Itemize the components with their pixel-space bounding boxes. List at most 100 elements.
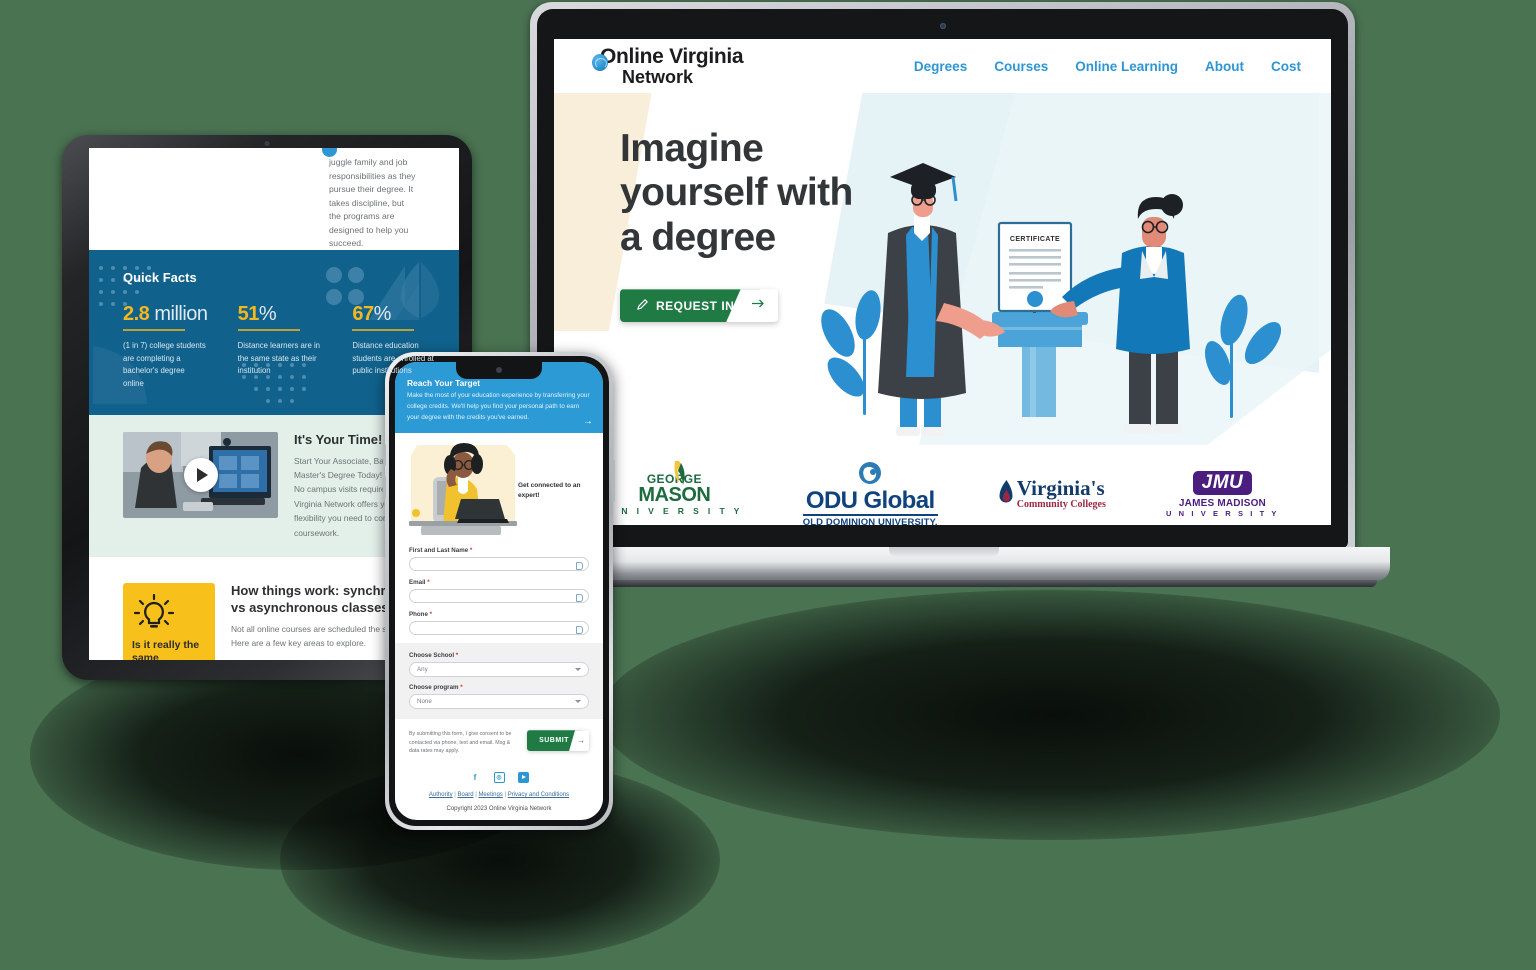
quick-facts-list: 2.8 million (1 in 7) college students ar… bbox=[123, 303, 437, 391]
phone-volume-up-button[interactable] bbox=[383, 444, 386, 466]
reach-your-target-body: Make the most of your education experien… bbox=[407, 392, 590, 421]
nav-item-degrees[interactable]: Degrees bbox=[914, 59, 967, 74]
laptop-screen-bezel: Online Virginia Network Degrees Courses … bbox=[537, 9, 1348, 548]
footer-link-meetings[interactable]: Meetings bbox=[478, 792, 502, 798]
request-info-button[interactable]: REQUEST INFO bbox=[620, 289, 778, 323]
laptop-base-notch bbox=[888, 547, 999, 558]
youtube-icon[interactable] bbox=[517, 771, 529, 783]
consent-row: By submitting this form, I give consent … bbox=[395, 719, 603, 756]
device-mockup-stage: Online Virginia Network Degrees Courses … bbox=[0, 0, 1536, 970]
quick-fact-unit: million bbox=[149, 303, 208, 325]
email-input[interactable] bbox=[409, 589, 589, 604]
choose-program-select[interactable]: None bbox=[409, 694, 589, 710]
site-logo[interactable]: Online Virginia Network bbox=[592, 44, 744, 87]
expert-caption: Get connected to an expert! bbox=[518, 482, 581, 499]
tablet-intro-section: juggle family and job responsibilities a… bbox=[89, 148, 459, 250]
facebook-icon[interactable]: f bbox=[470, 772, 481, 783]
hero-title: Imagine yourself with a degree bbox=[620, 127, 853, 259]
footer-link-authority[interactable]: Authority bbox=[429, 792, 453, 798]
choose-program-label: Choose program bbox=[409, 684, 459, 692]
phone-power-button[interactable] bbox=[612, 460, 615, 502]
footer-link-board[interactable]: Board bbox=[458, 792, 474, 798]
nav-item-about[interactable]: About bbox=[1205, 59, 1244, 74]
phone-notch bbox=[456, 362, 542, 379]
footer-separator: | bbox=[504, 791, 507, 798]
odu-lion-icon bbox=[859, 461, 882, 484]
quick-fact-description: (1 in 7) college students are completing… bbox=[123, 341, 206, 388]
arrow-right-icon[interactable]: → bbox=[583, 416, 593, 427]
nav-item-online-learning[interactable]: Online Learning bbox=[1075, 59, 1178, 74]
email-field-group: Email * bbox=[409, 579, 589, 604]
social-links: f ◎ bbox=[405, 771, 593, 783]
logo-james-madison-university[interactable]: JMU JAMES MADISON U N I V E R S I T Y bbox=[1166, 470, 1279, 518]
quick-fact-description: Distance learners are in the same state … bbox=[237, 341, 321, 376]
footer-separator: | bbox=[475, 791, 477, 798]
play-icon[interactable] bbox=[183, 457, 218, 492]
chevron-down-icon bbox=[575, 668, 581, 672]
required-marker: * bbox=[427, 579, 430, 587]
hero-section: CERTIFICATE Imagine yourself with a degr… bbox=[554, 93, 1331, 445]
chevron-down-icon bbox=[575, 700, 581, 704]
quick-fact-unit: % bbox=[373, 303, 392, 325]
vccs-flame-icon bbox=[999, 480, 1013, 503]
nav-item-cost[interactable]: Cost bbox=[1271, 59, 1301, 74]
arrow-right-icon: → bbox=[577, 736, 585, 746]
phone-field-group: Phone * bbox=[409, 611, 589, 636]
arrow-right-icon bbox=[752, 299, 764, 308]
tablet-intro-paragraph: juggle family and job responsibilities a… bbox=[329, 157, 416, 249]
phone-bezel: Reach Your Target Make the most of your … bbox=[389, 356, 609, 826]
lightbulb-card[interactable]: Is it really the same bbox=[123, 583, 215, 660]
school-program-group: Choose School * Any Choose program * Non… bbox=[395, 643, 603, 720]
logo-line2: Network bbox=[622, 66, 694, 87]
quick-fact-rule bbox=[237, 329, 300, 331]
request-info-label: REQUEST INFO bbox=[656, 298, 753, 313]
required-marker: * bbox=[429, 611, 433, 619]
footer-links: Authority | Board | Meetings | Privacy a… bbox=[405, 792, 593, 798]
choose-school-value: Any bbox=[417, 666, 428, 674]
odu-subtitle: OLD DOMINION UNIVERSITY. bbox=[802, 513, 938, 525]
phone-viewport: Reach Your Target Make the most of your … bbox=[395, 362, 603, 820]
required-marker: * bbox=[455, 652, 459, 660]
lightbulb-icon bbox=[133, 594, 175, 628]
phone-input[interactable] bbox=[409, 621, 589, 636]
consent-text: By submitting this form, I give consent … bbox=[409, 731, 512, 755]
logo-virginias-community-colleges[interactable]: Virginia's Community Colleges bbox=[998, 478, 1106, 510]
first-and-last-name-input[interactable] bbox=[409, 557, 589, 572]
quick-fact-item: 2.8 million (1 in 7) college students ar… bbox=[123, 303, 208, 391]
laptop-viewport: Online Virginia Network Degrees Courses … bbox=[554, 39, 1331, 525]
quick-fact-description: Distance education students are enrolled… bbox=[352, 341, 434, 376]
choose-program-value: None bbox=[417, 698, 432, 706]
choose-school-select[interactable]: Any bbox=[409, 662, 589, 678]
lightbulb-card-caption: Is it really the same bbox=[132, 639, 200, 660]
quick-fact-number: 51 bbox=[237, 303, 260, 325]
footer-link-privacy-and-conditions[interactable]: Privacy and Conditions bbox=[508, 792, 569, 798]
vccs-subtitle: Community Colleges bbox=[1016, 499, 1106, 510]
woman-on-phone-illustration bbox=[409, 443, 517, 536]
tablet-camera-icon bbox=[264, 141, 270, 146]
video-thumbnail[interactable] bbox=[123, 431, 278, 518]
gmu-subtitle: U N I V E R S I T Y bbox=[606, 506, 743, 517]
instagram-icon[interactable]: ◎ bbox=[493, 771, 505, 783]
submit-label: SUBMIT bbox=[539, 737, 569, 745]
quick-facts-section: Quick Facts 2.8 million (1 in 7) college… bbox=[89, 250, 459, 415]
submit-button[interactable]: SUBMIT → bbox=[527, 730, 589, 752]
quick-fact-rule bbox=[123, 329, 185, 331]
nav-item-courses[interactable]: Courses bbox=[994, 59, 1048, 74]
site-header: Online Virginia Network Degrees Courses … bbox=[554, 39, 1331, 93]
logo-line1: Online Virginia bbox=[600, 44, 744, 68]
phone-illustration: Get connected to an expert! bbox=[395, 433, 603, 544]
quick-fact-unit: % bbox=[258, 303, 277, 325]
pencil-icon bbox=[637, 299, 648, 311]
phone-volume-down-button[interactable] bbox=[383, 476, 386, 498]
logo-george-mason-university[interactable]: GEORGE MASON U N I V E R S I T Y bbox=[606, 460, 743, 517]
vccs-main-word: Virginia's bbox=[1016, 476, 1105, 500]
quick-fact-rule bbox=[352, 329, 415, 331]
footer-separator: | bbox=[454, 791, 456, 798]
main-navigation: Degrees Courses Online Learning About Co… bbox=[914, 59, 1301, 74]
first-and-last-name-label: First and Last Name bbox=[409, 547, 469, 555]
quick-fact-number: 2.8 bbox=[123, 303, 150, 325]
laptop-base-underside bbox=[510, 580, 1377, 587]
logo-odu-global[interactable]: ODU Global OLD DOMINION UNIVERSITY. bbox=[802, 461, 938, 525]
required-marker: * bbox=[460, 684, 463, 692]
email-label: Email bbox=[409, 579, 426, 587]
